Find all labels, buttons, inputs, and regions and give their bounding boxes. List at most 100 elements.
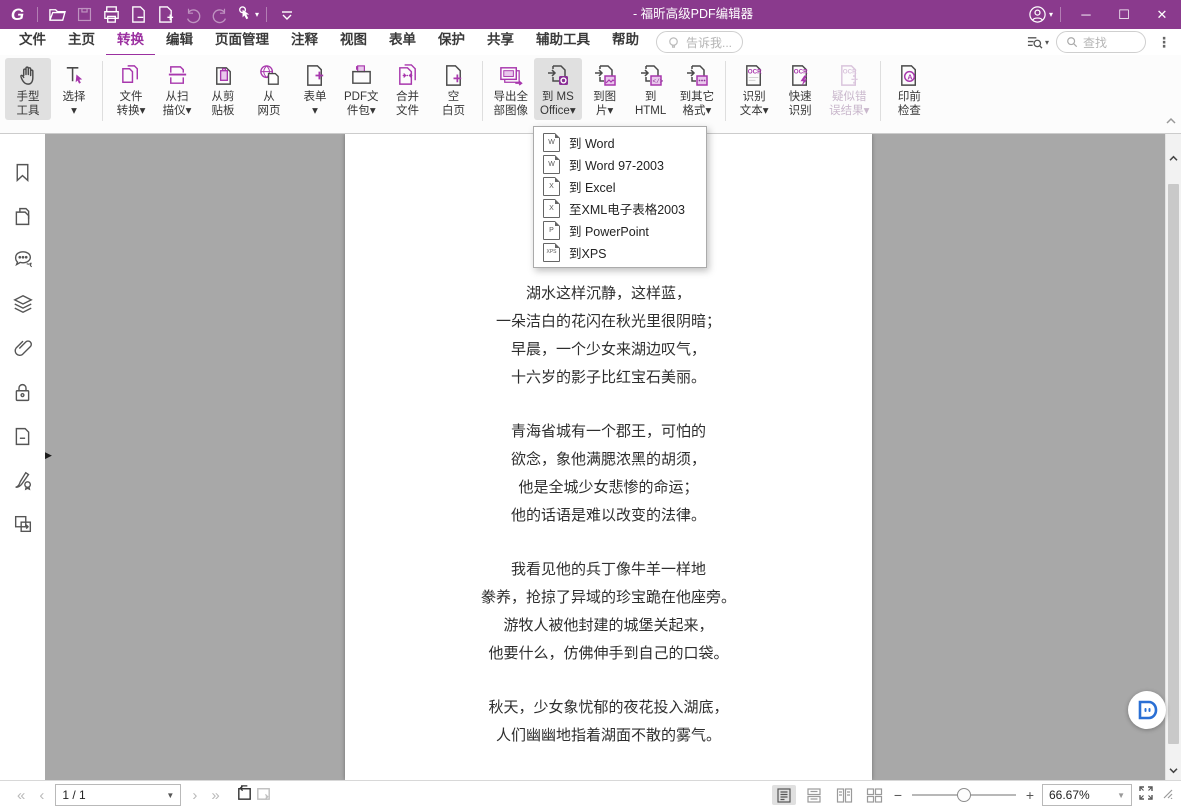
fullscreen-icon[interactable] xyxy=(1138,785,1154,806)
find-input[interactable]: 查找 xyxy=(1056,31,1146,53)
touch-mode-caret: ▾ xyxy=(254,10,259,19)
ribbon-button-label: 印前 xyxy=(897,91,921,103)
bookmarks-panel-icon[interactable] xyxy=(12,161,34,183)
signatures-panel-icon[interactable] xyxy=(12,469,34,491)
menu-item-to-excel[interactable]: X 到 Excel xyxy=(534,175,706,197)
menu-item-to-powerpoint[interactable]: P 到 PowerPoint xyxy=(534,219,706,241)
minimize-button[interactable]: ─ xyxy=(1067,0,1105,29)
form-button[interactable]: 表单 ▾ xyxy=(292,58,338,120)
poem-line: 我看见他的兵丁像牛羊一样地 xyxy=(510,560,706,578)
customize-quick-access-icon[interactable] xyxy=(273,1,300,28)
clipboard-icon xyxy=(211,61,236,90)
blank-page-button[interactable]: 空 白页 xyxy=(431,58,477,120)
zoom-slider[interactable] xyxy=(912,788,1016,802)
menu-item-to-xml-spreadsheet-2003[interactable]: X 至XML电子表格2003 xyxy=(534,197,706,219)
undo-icon[interactable] xyxy=(179,1,206,28)
tab-protect[interactable]: 保护 xyxy=(427,28,476,56)
ai-assistant-button[interactable] xyxy=(1128,691,1166,729)
close-button[interactable]: ✕ xyxy=(1143,0,1181,29)
last-page-icon[interactable]: » xyxy=(204,788,226,803)
powerpoint-file-icon: P xyxy=(543,220,560,240)
zoom-slider-knob[interactable] xyxy=(957,788,971,802)
tab-comment[interactable]: 注释 xyxy=(280,28,329,56)
menu-item-to-word-97-2003[interactable]: W 到 Word 97-2003 xyxy=(534,153,706,175)
facing-continuous-view-icon[interactable] xyxy=(862,785,886,805)
quick-ocr-button[interactable]: OCR 快速 识别 xyxy=(777,58,823,120)
advanced-search-icon[interactable]: ▾ xyxy=(1026,35,1049,50)
preflight-button[interactable]: A 印前 检查 xyxy=(886,58,932,120)
tab-file[interactable]: 文件 xyxy=(8,28,57,56)
scroll-down-icon[interactable] xyxy=(1166,762,1181,778)
expand-panel-handle[interactable]: ▶ xyxy=(45,446,55,464)
account-icon[interactable]: ▾ xyxy=(1027,1,1054,28)
fields-panel-icon[interactable] xyxy=(12,425,34,447)
ribbon-button-label: 到其它 xyxy=(679,91,715,103)
tab-form[interactable]: 表单 xyxy=(378,28,427,56)
save-icon[interactable] xyxy=(71,1,98,28)
from-clipboard-button[interactable]: 从剪 贴板 xyxy=(200,58,246,120)
security-panel-icon[interactable] xyxy=(12,381,34,403)
to-html-button[interactable]: </> 到 HTML xyxy=(628,58,674,120)
poem-line: 他的话语是难以改变的法律。 xyxy=(510,506,706,524)
ribbon-button-label: 从 xyxy=(263,91,275,103)
layers-panel-icon[interactable] xyxy=(12,293,34,315)
resize-grip[interactable] xyxy=(1160,786,1173,804)
zoom-out-icon[interactable]: − xyxy=(892,787,904,803)
next-page-icon[interactable]: › xyxy=(185,788,204,803)
cross-reference-panel-icon[interactable] xyxy=(12,513,34,535)
scroll-up-icon[interactable] xyxy=(1166,150,1181,166)
continuous-view-icon[interactable] xyxy=(802,785,826,805)
tab-convert[interactable]: 转换 xyxy=(106,28,155,56)
tab-help[interactable]: 帮助 xyxy=(601,28,650,56)
attachments-panel-icon[interactable] xyxy=(12,337,34,359)
vertical-scrollbar[interactable] xyxy=(1165,134,1181,780)
ribbon-button-label: 从扫 xyxy=(165,91,189,103)
tab-accessibility[interactable]: 辅助工具 xyxy=(525,28,601,56)
pdf-portfolio-button[interactable]: PDF文 件包▾ xyxy=(338,58,385,120)
select-tool-button[interactable]: 选择 ▾ xyxy=(51,58,97,120)
first-page-icon[interactable]: « xyxy=(10,788,32,803)
tab-home[interactable]: 主页 xyxy=(57,28,106,56)
print-icon[interactable] xyxy=(98,1,125,28)
menu-item-to-xps[interactable]: XPS 到XPS xyxy=(534,241,706,263)
svg-text:</>: </> xyxy=(652,78,663,85)
more-options-icon[interactable]: ⋮ xyxy=(1153,34,1175,51)
redo-icon[interactable] xyxy=(206,1,233,28)
new-document-icon[interactable] xyxy=(152,1,179,28)
to-ms-office-button[interactable]: 到 MS Office▾ W 到 Word W 到 Word 97-2003 X… xyxy=(533,58,707,268)
comments-panel-icon[interactable] xyxy=(12,249,34,271)
previous-view-icon[interactable] xyxy=(235,784,254,807)
menu-item-to-word[interactable]: W 到 Word xyxy=(534,131,706,153)
touch-mode-icon[interactable]: ▾ xyxy=(233,1,260,28)
close-document-icon[interactable] xyxy=(125,1,152,28)
hand-tool-button[interactable]: 手型 工具 xyxy=(5,58,51,120)
tab-share[interactable]: 共享 xyxy=(476,28,525,56)
tab-organize[interactable]: 页面管理 xyxy=(204,28,280,56)
to-other-format-button[interactable]: 到其它 格式▾ xyxy=(674,58,721,120)
zoom-level-combobox[interactable]: 66.67% ▼ xyxy=(1042,784,1132,806)
previous-page-icon[interactable]: ‹ xyxy=(32,788,51,803)
collapse-ribbon-icon[interactable] xyxy=(1165,113,1177,131)
file-convert-button[interactable]: 文件 转换▾ xyxy=(108,58,154,120)
facing-view-icon[interactable] xyxy=(832,785,856,805)
page-number-combobox[interactable]: 1 / 1 ▼ xyxy=(55,784,182,806)
tell-me-input[interactable]: 告诉我... xyxy=(656,31,744,53)
scrollbar-thumb[interactable] xyxy=(1168,184,1179,744)
pages-panel-icon[interactable] xyxy=(12,205,34,227)
tab-view[interactable]: 视图 xyxy=(329,28,378,56)
combine-files-button[interactable]: 合并 文件 xyxy=(385,58,431,120)
to-image-button[interactable]: 到图 片▾ xyxy=(582,58,628,120)
app-logo-icon: G xyxy=(10,4,25,24)
ocr-recognize-text-button[interactable]: OCR 识别 文本▾ xyxy=(731,58,777,120)
open-file-icon[interactable] xyxy=(44,1,71,28)
ribbon-button-label: 部图像 xyxy=(493,105,529,117)
from-scanner-button[interactable]: 从扫 描仪▾ xyxy=(154,58,200,120)
find-placeholder: 查找 xyxy=(1083,35,1108,50)
zoom-in-icon[interactable]: + xyxy=(1024,787,1036,803)
from-web-page-button[interactable]: 从 网页 xyxy=(246,58,292,120)
export-all-images-button[interactable]: 导出全 部图像 xyxy=(488,58,535,120)
next-view-icon[interactable] xyxy=(254,784,273,807)
tab-edit[interactable]: 编辑 xyxy=(155,28,204,56)
single-page-view-icon[interactable] xyxy=(772,785,796,805)
maximize-button[interactable]: ☐ xyxy=(1105,0,1143,29)
